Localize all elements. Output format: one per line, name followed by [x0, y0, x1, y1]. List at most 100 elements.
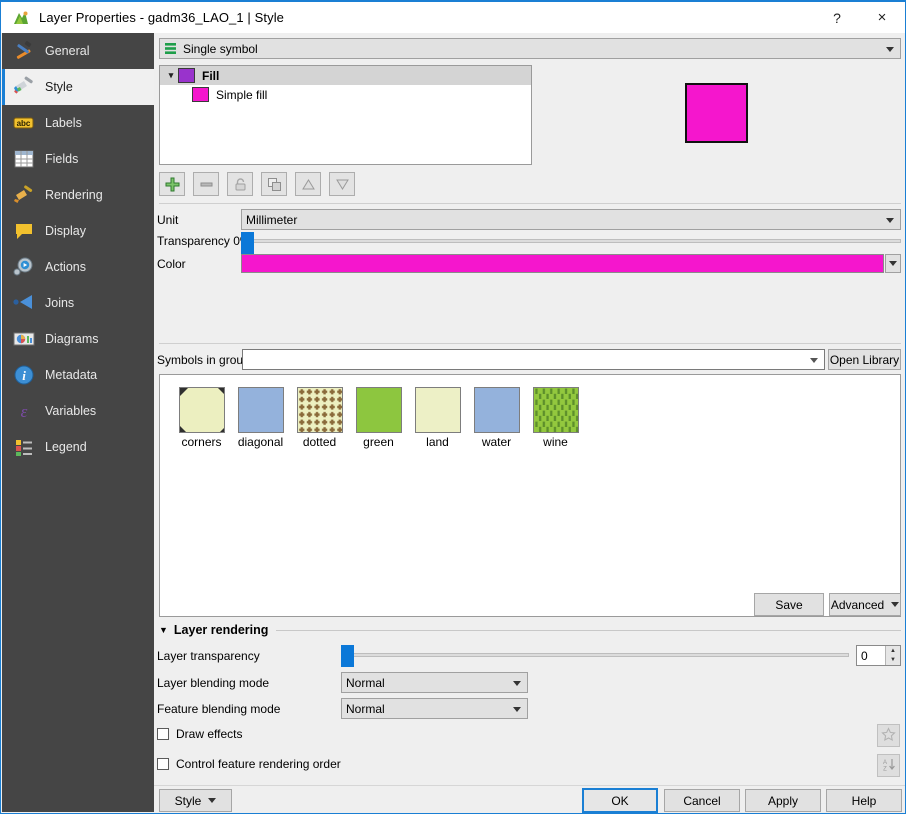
ok-button[interactable]: OK [582, 788, 658, 813]
joins-icon [12, 291, 36, 315]
sidebar-item-label: General [45, 44, 90, 58]
group-divider [276, 629, 901, 631]
labels-icon: abc [12, 111, 36, 135]
save-label: Save [775, 597, 803, 612]
control-order-label: Control feature rendering order [176, 757, 341, 771]
layer-blending-mode-value: Normal [346, 675, 385, 690]
feature-blending-mode-value: Normal [346, 701, 385, 716]
sidebar-item-joins[interactable]: Joins [2, 285, 154, 321]
open-library-button[interactable]: Open Library [828, 349, 901, 370]
duplicate-symbol-layer-button[interactable] [261, 172, 287, 196]
sidebar-item-labels[interactable]: abc Labels [2, 105, 154, 141]
help-title-button[interactable]: ? [815, 2, 859, 33]
layer-rendering-group-header[interactable]: ▼ Layer rendering [159, 623, 901, 637]
sidebar-item-fields[interactable]: Fields [2, 141, 154, 177]
sidebar-item-legend[interactable]: Legend [2, 429, 154, 465]
renderer-type-combo[interactable]: Single symbol [159, 38, 901, 59]
slider-handle[interactable] [241, 232, 254, 254]
gallery-item-label: land [426, 435, 449, 449]
color-button[interactable] [241, 254, 884, 273]
gallery-item[interactable]: water [467, 387, 526, 449]
slider-handle[interactable] [341, 645, 354, 667]
gallery-swatch-diagonal [237, 387, 284, 433]
unit-label: Unit [157, 213, 179, 227]
collapse-triangle-icon[interactable]: ▼ [159, 625, 168, 635]
layer-transparency-spinbox[interactable]: 0 ▲ ▼ [856, 645, 901, 666]
sidebar-item-display[interactable]: Display [2, 213, 154, 249]
sidebar-item-label: Fields [45, 152, 79, 166]
gallery-swatch-land [414, 387, 461, 433]
sidebar-item-rendering[interactable]: Rendering [2, 177, 154, 213]
gallery-item-label: water [481, 435, 512, 449]
help-label: Help [851, 793, 877, 808]
chevron-down-icon[interactable]: ▾ [164, 70, 178, 81]
style-panel: Single symbol ▾ Fill Simple fill Unit Mi… [154, 33, 905, 813]
sidebar-item-label: Rendering [45, 188, 103, 202]
gallery-item[interactable]: green [349, 387, 408, 449]
feature-order-settings-button[interactable]: A Z [877, 754, 900, 777]
sidebar-item-actions[interactable]: Actions [2, 249, 154, 285]
layer-rendering-title: Layer rendering [173, 623, 269, 637]
layer-blending-mode-combo[interactable]: Normal [341, 672, 528, 693]
symbol-tree-child-row[interactable]: Simple fill [160, 85, 531, 104]
display-icon [12, 219, 36, 243]
symbols-in-group-combo[interactable] [242, 349, 825, 370]
unit-value: Millimeter [246, 212, 298, 227]
slider-track [241, 239, 901, 243]
fields-icon [12, 147, 36, 171]
checkbox-box[interactable] [157, 758, 169, 770]
move-down-button[interactable] [329, 172, 355, 196]
chevron-down-icon [208, 798, 217, 803]
sidebar-item-label: Joins [45, 296, 75, 310]
sidebar-item-metadata[interactable]: i Metadata [2, 357, 154, 393]
help-button[interactable]: Help [826, 789, 902, 812]
symbol-gallery[interactable]: corners diagonal dotted green land water… [159, 374, 901, 617]
style-menu-button[interactable]: Style [159, 789, 232, 812]
layer-transparency-label: Layer transparency [157, 649, 260, 663]
color-dropdown-button[interactable] [885, 254, 901, 273]
advanced-button[interactable]: Advanced [829, 593, 901, 616]
sidebar-item-diagrams[interactable]: Diagrams [2, 321, 154, 357]
spin-down-icon[interactable]: ▼ [886, 655, 900, 665]
add-symbol-layer-button[interactable] [159, 172, 185, 196]
renderer-type-value: Single symbol [183, 41, 258, 56]
sidebar: General Style abc Labels Fields Renderin… [2, 33, 154, 812]
star-icon [881, 726, 896, 745]
remove-symbol-layer-button[interactable] [193, 172, 219, 196]
gallery-item[interactable]: dotted [290, 387, 349, 449]
symbol-tree-parent-row[interactable]: ▾ Fill [160, 66, 531, 85]
draw-effects-checkbox[interactable]: Draw effects [157, 727, 242, 741]
draw-effects-settings-button[interactable] [877, 724, 900, 747]
spin-up-icon[interactable]: ▲ [886, 646, 900, 656]
close-icon[interactable]: × [859, 2, 905, 33]
cancel-button[interactable]: Cancel [664, 789, 740, 812]
gallery-item[interactable]: land [408, 387, 467, 449]
sidebar-item-label: Labels [45, 116, 82, 130]
gallery-item-label: dotted [302, 435, 337, 449]
feature-blending-mode-combo[interactable]: Normal [341, 698, 528, 719]
actions-icon [12, 255, 36, 279]
gallery-swatch-wine [532, 387, 579, 433]
sidebar-item-style[interactable]: Style [2, 69, 154, 105]
sidebar-item-variables[interactable]: ε Variables [2, 393, 154, 429]
unit-combo[interactable]: Millimeter [241, 209, 901, 230]
gallery-item[interactable]: corners [172, 387, 231, 449]
layer-transparency-slider[interactable] [341, 645, 849, 667]
svg-text:abc: abc [17, 119, 31, 128]
sidebar-item-general[interactable]: General [2, 33, 154, 69]
apply-button[interactable]: Apply [745, 789, 821, 812]
sidebar-item-label: Variables [45, 404, 97, 418]
save-symbol-button[interactable]: Save [754, 593, 824, 616]
gallery-item[interactable]: diagonal [231, 387, 290, 449]
spinner-buttons[interactable]: ▲ ▼ [885, 646, 900, 665]
symbols-in-group-label: Symbols in group [157, 353, 250, 367]
control-feature-rendering-order-checkbox[interactable]: Control feature rendering order [157, 757, 341, 771]
lock-symbol-layer-button[interactable] [227, 172, 253, 196]
gallery-item[interactable]: wine [526, 387, 585, 449]
symbol-layer-tree[interactable]: ▾ Fill Simple fill [159, 65, 532, 165]
move-up-button[interactable] [295, 172, 321, 196]
symbol-tree-parent-label: Fill [202, 68, 220, 83]
checkbox-box[interactable] [157, 728, 169, 740]
transparency-slider[interactable] [241, 232, 901, 254]
sort-az-icon: A Z [881, 757, 896, 775]
